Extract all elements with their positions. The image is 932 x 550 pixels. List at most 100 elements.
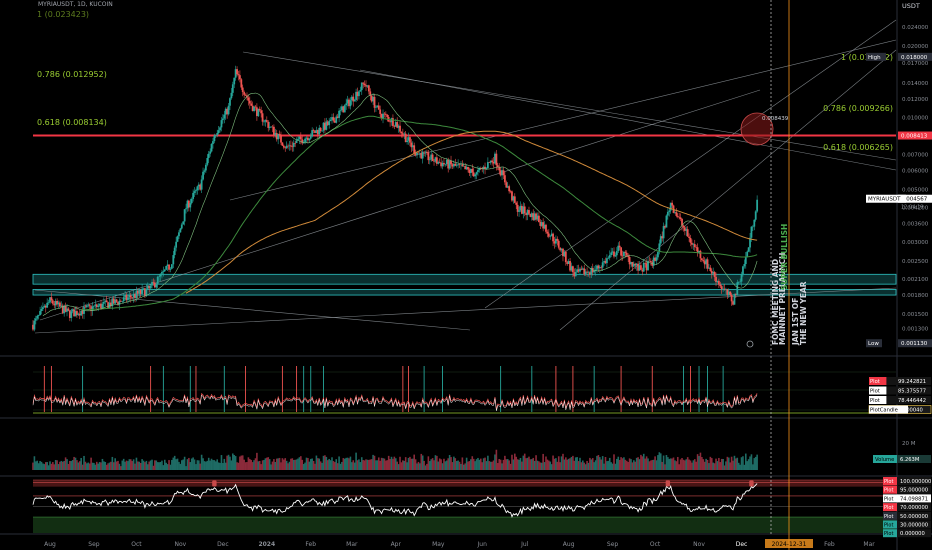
volume-bar [529, 459, 532, 470]
volume-bar [719, 462, 722, 470]
volume-bar [727, 457, 730, 470]
volume-bar [69, 460, 71, 470]
volume-bar [684, 460, 686, 470]
volume-bar [307, 458, 309, 470]
volume-bar [413, 454, 415, 470]
volume-bar [447, 458, 450, 470]
rsi-legend-label: Plot [884, 514, 893, 520]
candle-body [105, 300, 108, 303]
rsi-legend: Plot 95.000000 [883, 485, 931, 494]
volume-bar [122, 458, 125, 470]
candle-body [179, 228, 182, 233]
volume-bar [302, 464, 305, 470]
candle-body [399, 125, 401, 132]
candle-body [373, 96, 376, 108]
price-tick: 0.003600 [902, 221, 929, 227]
volume-bar [420, 453, 423, 470]
volume-bar [207, 457, 210, 470]
candle-body [221, 118, 224, 121]
volume-bar [117, 460, 119, 470]
time-tick: Nov [693, 541, 705, 548]
rsi-legend-value: 74.098871 [900, 496, 928, 502]
volume-bar [402, 460, 404, 470]
volume-bar [91, 462, 94, 470]
candle-body [625, 252, 628, 256]
rsi-legend-value: 100.000000 [900, 479, 931, 485]
volume-bar [671, 458, 673, 470]
volume-bar [628, 458, 631, 470]
volume-bar [33, 456, 36, 470]
volume-bar [563, 459, 566, 470]
candle-body [491, 160, 494, 162]
time-tick: Jun [477, 541, 488, 548]
price-label: 0.001130 Low [866, 339, 932, 348]
volume-bar [61, 461, 64, 470]
candle-body [70, 311, 73, 318]
volume-bar [183, 456, 186, 470]
volume-bar [309, 458, 312, 470]
volume-legend-value: 6.263M [900, 457, 919, 463]
volume-bar [515, 456, 518, 470]
candle-body [382, 113, 384, 119]
volume-bar [370, 459, 373, 470]
volume-bar [243, 459, 245, 470]
volume-bar [438, 458, 441, 470]
volume-bar [674, 460, 676, 470]
volume-bar [392, 458, 394, 470]
volume-bar [358, 459, 360, 470]
volume-bar [63, 460, 65, 470]
volume-bar [553, 458, 556, 470]
volume-bar [108, 462, 111, 470]
volume-bar [521, 461, 523, 470]
volume-bar [390, 456, 393, 470]
volume-bar [129, 459, 132, 470]
candle-body [217, 130, 220, 134]
currency-label[interactable]: USDT [902, 2, 920, 10]
candle-body [528, 210, 530, 214]
volume-bar [468, 461, 471, 470]
volume-bar [60, 460, 63, 470]
trading-chart[interactable]: 1 (0.023423) 0.786 (0.012952) 0.618 (0.008… [0, 0, 932, 550]
candle-body [195, 190, 197, 192]
candle-body [244, 94, 247, 96]
candle-body [610, 252, 613, 256]
volume-bar [570, 456, 573, 470]
osc-legend: PlotCandle 0.000040 [868, 405, 932, 414]
price-tick: 0.006000 [902, 168, 929, 174]
fib-level-label: 0.786 (0.012952) [37, 70, 107, 79]
volume-bar [644, 458, 646, 470]
volume-bar [421, 455, 424, 470]
candle-body [97, 305, 100, 308]
volume-bar [138, 461, 141, 470]
volume-bar [287, 463, 289, 470]
volume-bar [280, 462, 282, 470]
candle-body [33, 320, 36, 330]
volume-bar [206, 460, 209, 470]
volume-bar [300, 456, 302, 470]
candle-body [161, 271, 163, 274]
price-tick: 0.001300 [902, 327, 929, 333]
candle-body [421, 151, 424, 159]
volume-bar [52, 462, 54, 470]
rsi-legend-label: Plot [884, 505, 893, 511]
candle-body [739, 281, 742, 283]
volume-bar [543, 462, 546, 470]
volume-bar [732, 460, 734, 470]
volume-bar [107, 463, 109, 470]
candle-body [261, 113, 264, 122]
candle-body [477, 170, 479, 173]
volume-bar [667, 457, 669, 470]
volume-bar [84, 461, 87, 470]
candle-body [163, 269, 166, 272]
volume-bar [712, 462, 714, 470]
candle-body [747, 247, 750, 252]
fib-level-label: 0.618 (0.006265) [823, 143, 893, 152]
candle-body [50, 297, 53, 301]
candle-body [39, 311, 41, 316]
candle-body [353, 99, 356, 102]
candle-body [620, 247, 622, 256]
volume-bar [64, 457, 67, 470]
volume-bar [97, 463, 99, 470]
candle-body [227, 105, 230, 115]
candle-body [486, 162, 489, 169]
